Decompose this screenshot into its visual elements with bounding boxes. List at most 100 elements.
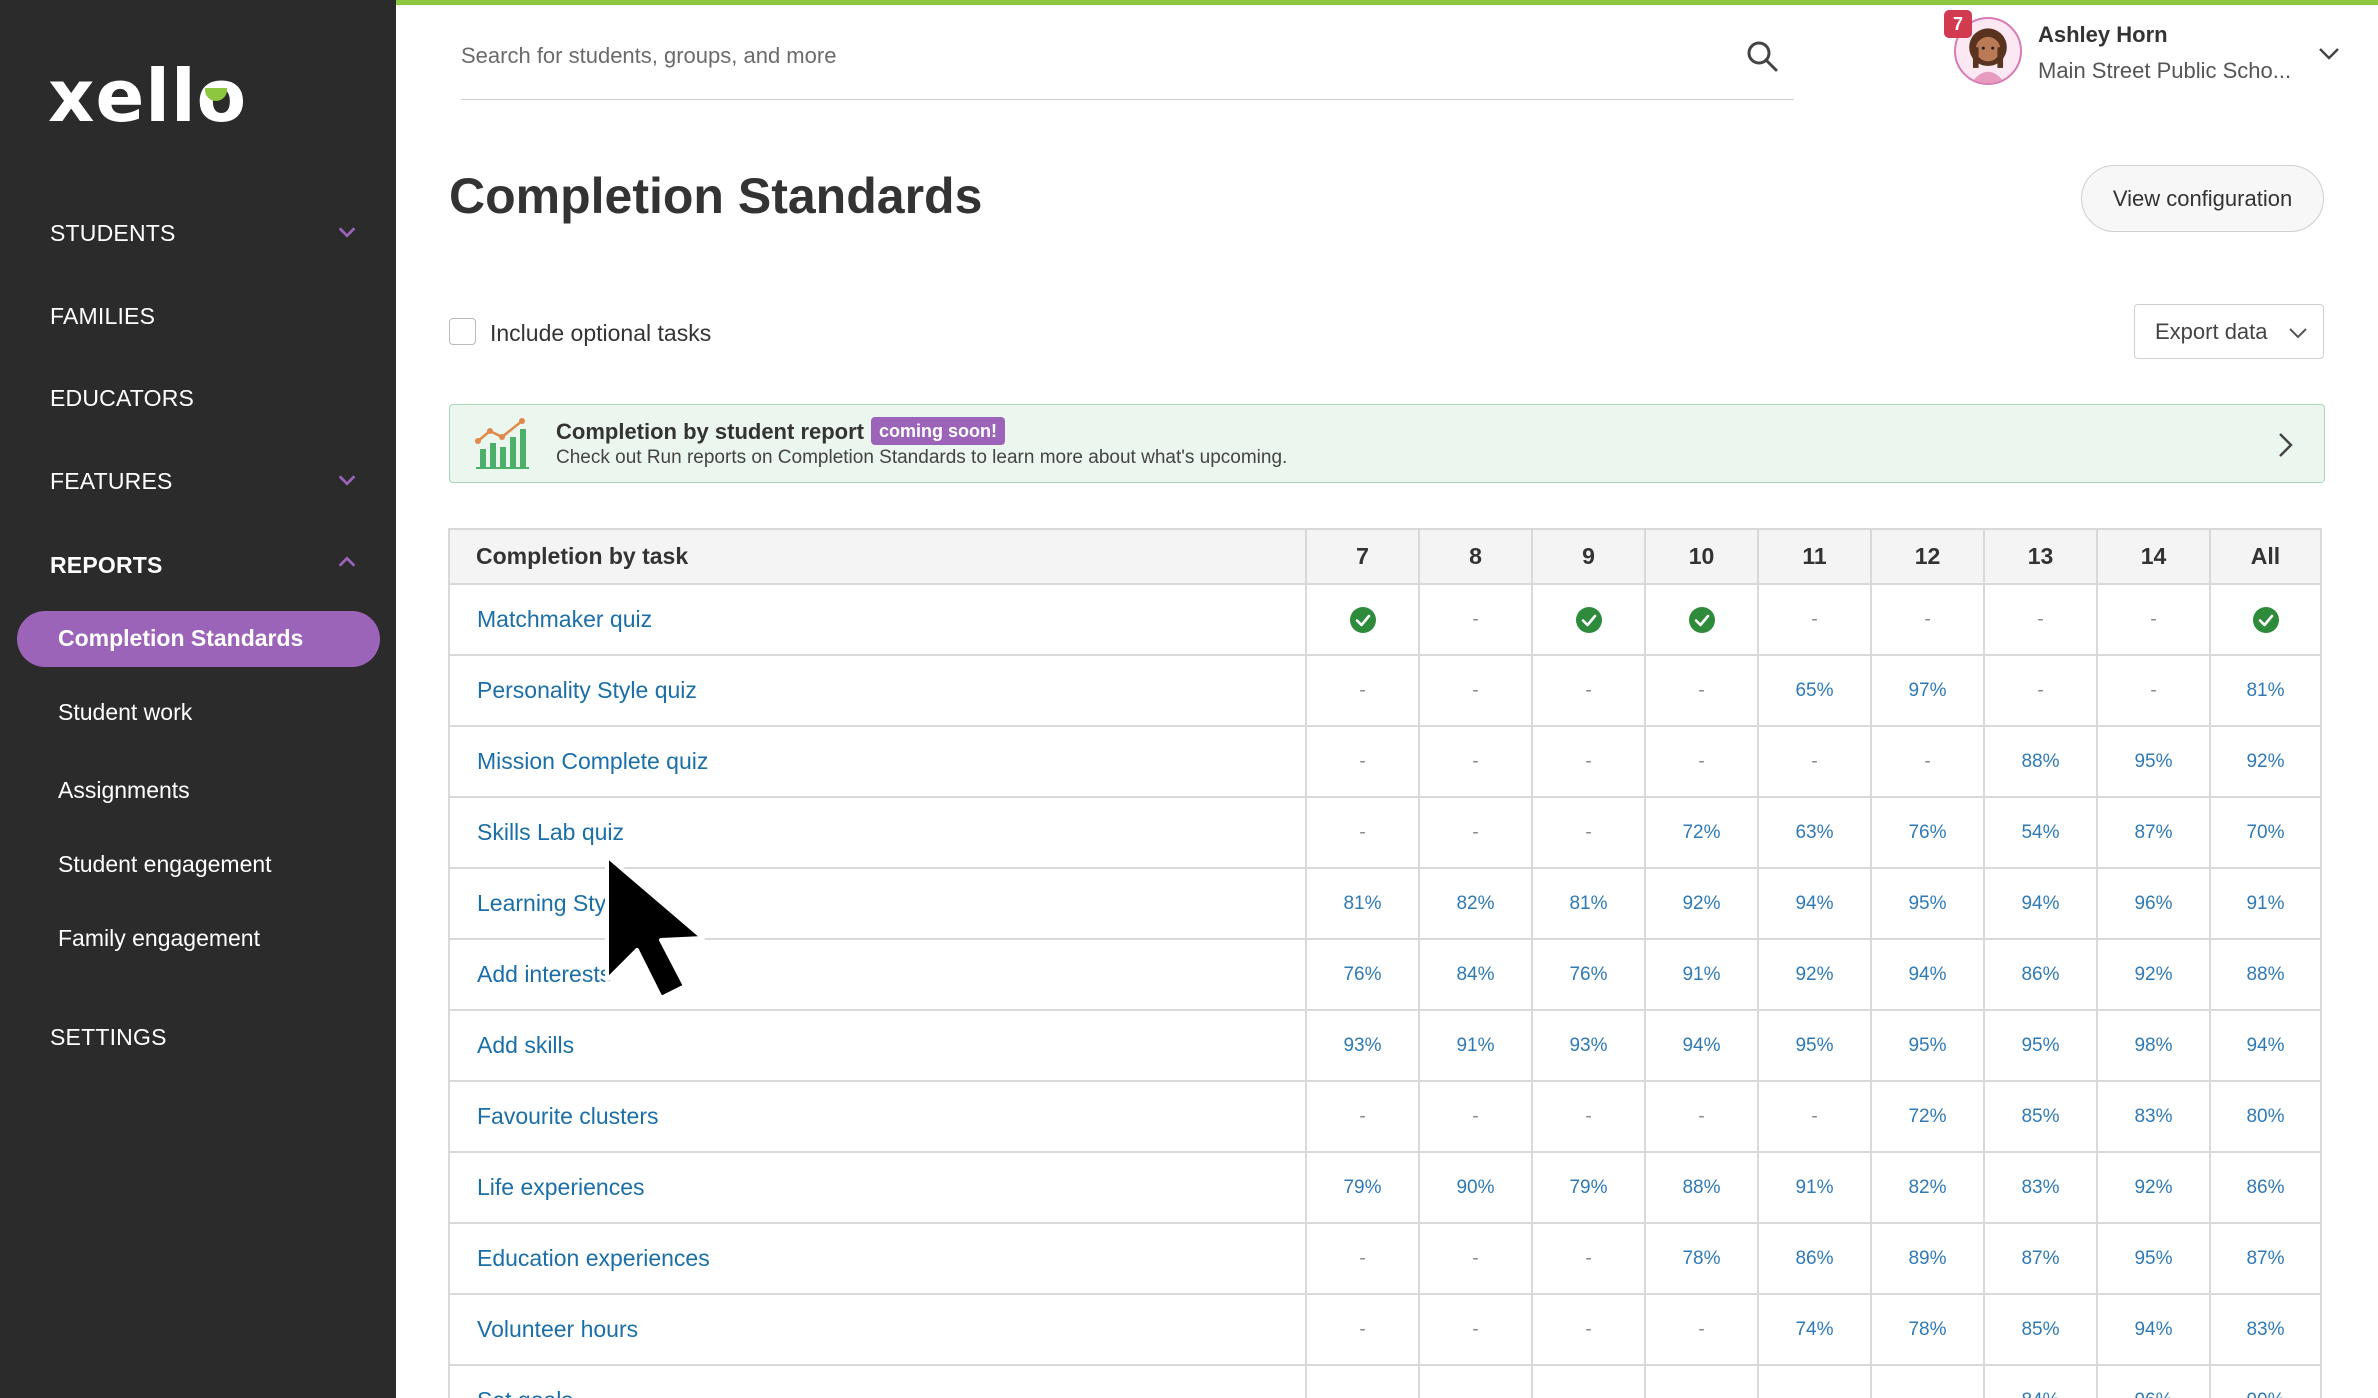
percent-cell[interactable]: 94% xyxy=(1644,1009,1759,1082)
percent-cell[interactable]: 97% xyxy=(1870,654,1985,727)
task-link[interactable]: Add interests xyxy=(448,938,1307,1011)
complete-check-cell[interactable] xyxy=(1305,583,1420,656)
percent-cell[interactable]: 83% xyxy=(1983,1151,2098,1224)
percent-cell[interactable]: 95% xyxy=(2096,725,2211,798)
task-link[interactable]: Mission Complete quiz xyxy=(448,725,1307,798)
task-link[interactable]: Volunteer hours xyxy=(448,1293,1307,1366)
sidebar-item-assignments[interactable]: Assignments xyxy=(58,777,190,804)
percent-cell[interactable]: 86% xyxy=(1983,938,2098,1011)
nav-reports[interactable]: REPORTS xyxy=(50,552,163,579)
percent-cell[interactable]: 94% xyxy=(2096,1293,2211,1366)
nav-educators[interactable]: EDUCATORS xyxy=(50,385,194,412)
nav-settings[interactable]: SETTINGS xyxy=(50,1024,167,1051)
task-link[interactable]: Add skills xyxy=(448,1009,1307,1082)
percent-cell[interactable]: 96% xyxy=(2096,1364,2211,1398)
percent-cell[interactable]: 90% xyxy=(1418,1151,1533,1224)
percent-cell[interactable]: 94% xyxy=(2209,1009,2322,1082)
percent-cell[interactable]: 91% xyxy=(2209,867,2322,940)
search-icon[interactable] xyxy=(1744,38,1780,74)
percent-cell[interactable]: 72% xyxy=(1644,796,1759,869)
chevron-down-icon[interactable] xyxy=(2316,40,2342,66)
percent-cell[interactable]: 86% xyxy=(1757,1222,1872,1295)
percent-cell[interactable]: 96% xyxy=(2096,867,2211,940)
percent-cell[interactable]: 90% xyxy=(2209,1364,2322,1398)
complete-check-cell[interactable] xyxy=(2209,583,2322,656)
include-optional-label[interactable]: Include optional tasks xyxy=(490,320,711,347)
percent-cell[interactable]: 84% xyxy=(1983,1364,2098,1398)
task-link[interactable]: Matchmaker quiz xyxy=(448,583,1307,656)
search-input[interactable] xyxy=(461,36,1721,76)
task-link[interactable]: Skills Lab quiz xyxy=(448,796,1307,869)
percent-cell[interactable]: 81% xyxy=(2209,654,2322,727)
view-configuration-button[interactable]: View configuration xyxy=(2081,165,2324,232)
notification-badge[interactable]: 7 xyxy=(1944,10,1972,38)
percent-cell[interactable]: 83% xyxy=(2096,1080,2211,1153)
sidebar-item-student-engagement[interactable]: Student engagement xyxy=(58,851,272,878)
percent-cell[interactable]: 78% xyxy=(1644,1222,1759,1295)
complete-check-cell[interactable] xyxy=(1644,583,1759,656)
percent-cell[interactable]: 93% xyxy=(1305,1009,1420,1082)
percent-cell[interactable]: 76% xyxy=(1870,796,1985,869)
percent-cell[interactable]: 89% xyxy=(1870,1222,1985,1295)
percent-cell[interactable]: 84% xyxy=(1418,938,1533,1011)
percent-cell[interactable]: 95% xyxy=(1870,1009,1985,1082)
task-link[interactable]: Personality Style quiz xyxy=(448,654,1307,727)
sidebar-item-label[interactable]: Completion Standards xyxy=(58,625,303,652)
percent-cell[interactable]: 92% xyxy=(1757,938,1872,1011)
percent-cell[interactable]: 92% xyxy=(2096,1151,2211,1224)
percent-cell[interactable]: 79% xyxy=(1531,1151,1646,1224)
percent-cell[interactable]: 76% xyxy=(1531,938,1646,1011)
percent-cell[interactable]: 80% xyxy=(2209,1080,2322,1153)
task-link[interactable]: Life experiences xyxy=(448,1151,1307,1224)
complete-check-cell[interactable] xyxy=(1531,583,1646,656)
sidebar-item-student-work[interactable]: Student work xyxy=(58,699,192,726)
percent-cell[interactable]: 91% xyxy=(1644,938,1759,1011)
percent-cell[interactable]: 92% xyxy=(1644,867,1759,940)
percent-cell[interactable]: 82% xyxy=(1418,867,1533,940)
percent-cell[interactable]: 81% xyxy=(1305,867,1420,940)
nav-features[interactable]: FEATURES xyxy=(50,468,173,495)
percent-cell[interactable]: 95% xyxy=(1870,867,1985,940)
percent-cell[interactable]: 87% xyxy=(2209,1222,2322,1295)
percent-cell[interactable]: 70% xyxy=(2209,796,2322,869)
task-link[interactable]: Learning Styles xyxy=(448,867,1307,940)
percent-cell[interactable]: 95% xyxy=(1983,1009,2098,1082)
percent-cell[interactable]: 94% xyxy=(1870,938,1985,1011)
chevron-down-icon[interactable] xyxy=(336,221,358,243)
chevron-up-icon[interactable] xyxy=(336,551,358,573)
percent-cell[interactable]: 87% xyxy=(2096,796,2211,869)
percent-cell[interactable]: 91% xyxy=(1418,1009,1533,1082)
percent-cell[interactable]: 72% xyxy=(1870,1080,1985,1153)
percent-cell[interactable]: 88% xyxy=(1983,725,2098,798)
percent-cell[interactable]: 95% xyxy=(1757,1009,1872,1082)
task-link[interactable]: Set goals xyxy=(448,1364,1307,1398)
include-optional-checkbox[interactable] xyxy=(449,318,476,345)
chevron-down-icon[interactable] xyxy=(336,469,358,491)
percent-cell[interactable]: 87% xyxy=(1983,1222,2098,1295)
percent-cell[interactable]: 88% xyxy=(1644,1151,1759,1224)
percent-cell[interactable]: 54% xyxy=(1983,796,2098,869)
chevron-right-icon[interactable] xyxy=(2270,430,2300,460)
percent-cell[interactable]: 86% xyxy=(2209,1151,2322,1224)
completion-report-banner[interactable]: Completion by student report coming soon… xyxy=(449,404,2325,483)
percent-cell[interactable]: 74% xyxy=(1757,1293,1872,1366)
percent-cell[interactable]: 98% xyxy=(2096,1009,2211,1082)
percent-cell[interactable]: 65% xyxy=(1757,654,1872,727)
task-link[interactable]: Favourite clusters xyxy=(448,1080,1307,1153)
nav-students[interactable]: STUDENTS xyxy=(50,220,176,247)
nav-families[interactable]: FAMILIES xyxy=(50,303,155,330)
percent-cell[interactable]: 91% xyxy=(1757,1151,1872,1224)
percent-cell[interactable]: 93% xyxy=(1531,1009,1646,1082)
percent-cell[interactable]: 92% xyxy=(2209,725,2322,798)
percent-cell[interactable]: 76% xyxy=(1305,938,1420,1011)
percent-cell[interactable]: 94% xyxy=(1757,867,1872,940)
percent-cell[interactable]: 85% xyxy=(1983,1293,2098,1366)
percent-cell[interactable]: 92% xyxy=(2096,938,2211,1011)
user-name[interactable]: Ashley Horn xyxy=(2038,22,2168,48)
percent-cell[interactable]: 83% xyxy=(2209,1293,2322,1366)
percent-cell[interactable]: 85% xyxy=(1983,1080,2098,1153)
percent-cell[interactable]: 94% xyxy=(1983,867,2098,940)
percent-cell[interactable]: 78% xyxy=(1870,1293,1985,1366)
percent-cell[interactable]: 81% xyxy=(1531,867,1646,940)
task-link[interactable]: Education experiences xyxy=(448,1222,1307,1295)
